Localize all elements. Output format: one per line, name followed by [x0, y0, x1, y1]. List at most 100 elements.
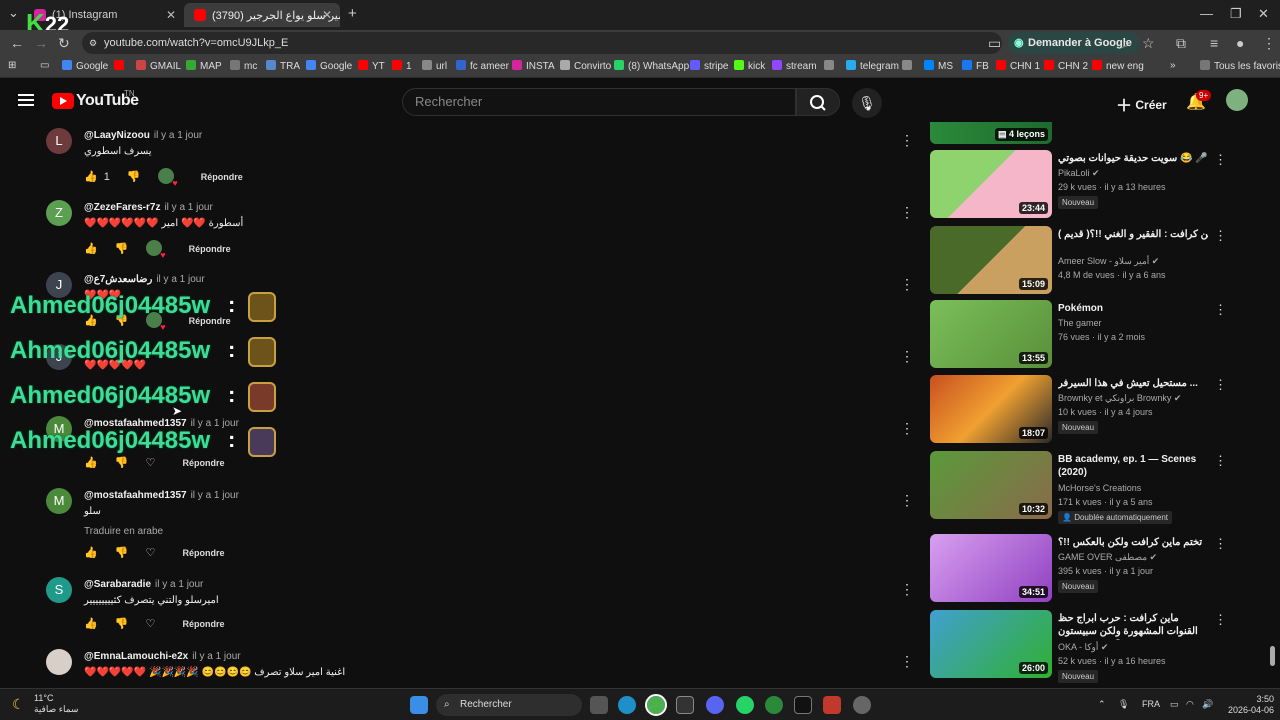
- bookmark-ext[interactable]: [824, 60, 838, 72]
- comment-author[interactable]: @LaayNizoou il y a 1 jour: [84, 130, 202, 141]
- bookmark-mc[interactable]: mc: [230, 60, 257, 72]
- video-thumbnail[interactable]: 15:09: [930, 226, 1052, 294]
- commenter-avatar[interactable]: L: [46, 128, 72, 154]
- video-more-icon[interactable]: ⋮: [1214, 152, 1227, 168]
- video-more-icon[interactable]: ⋮: [1214, 453, 1227, 469]
- microphone-icon[interactable]: 🎙: [1118, 699, 1129, 710]
- reply-button[interactable]: Répondre: [189, 244, 231, 254]
- video-title[interactable]: ماين كرافت : حرب ابراج حظ القنوات المشهو…: [1058, 612, 1208, 640]
- comment-author[interactable]: @ZezeFares-r7z il y a 1 jour: [84, 202, 213, 213]
- bookmark-gmail[interactable]: GMAIL: [136, 60, 181, 72]
- channel-name[interactable]: OKA - أوكا ✔: [1058, 642, 1108, 653]
- cast-icon[interactable]: ▭: [988, 35, 1001, 52]
- bookmark-chn2[interactable]: CHN 2: [1044, 60, 1088, 72]
- zoom-icon[interactable]: ⌕: [1122, 35, 1130, 52]
- create-button[interactable]: ＋ Créer: [1116, 92, 1167, 116]
- bookmark-fc-ameer[interactable]: fc ameer: [456, 60, 509, 72]
- bookmark-stream[interactable]: stream: [772, 60, 817, 72]
- search-button[interactable]: [796, 88, 840, 116]
- video-title[interactable]: تختم ماين كرافت ولكن بالعكس !!؟: [1058, 536, 1208, 549]
- comment-more-icon[interactable]: ⋮: [900, 348, 914, 365]
- bookmark-google-2[interactable]: Google: [306, 60, 352, 72]
- channel-name[interactable]: PikaLoli ✔: [1058, 168, 1100, 179]
- reply-button[interactable]: Répondre: [182, 619, 224, 629]
- reply-button[interactable]: Répondre: [201, 172, 243, 182]
- recommendation-item[interactable]: 34:51 تختم ماين كرافت ولكن بالعكس !!؟ GA…: [930, 534, 1230, 604]
- app-icon[interactable]: [794, 696, 812, 714]
- dislike-icon[interactable]: 👎: [115, 546, 129, 559]
- steam-icon[interactable]: [853, 696, 871, 714]
- whatsapp-icon[interactable]: [736, 696, 754, 714]
- extensions-icon[interactable]: ⧉: [1176, 35, 1186, 52]
- video-thumbnail[interactable]: 13:55: [930, 300, 1052, 368]
- like-icon[interactable]: 👍: [84, 617, 98, 630]
- channel-name[interactable]: The gamer: [1058, 318, 1102, 328]
- all-favorites[interactable]: Tous les favoris: [1200, 60, 1280, 72]
- recommendation-item[interactable]: 26:00 ماين كرافت : حرب ابراج حظ القنوات …: [930, 610, 1230, 683]
- channel-name[interactable]: Brownky et براونكي Brownky ✔: [1058, 393, 1181, 404]
- comment-more-icon[interactable]: ⋮: [900, 420, 914, 437]
- close-tab-icon[interactable]: ✕: [322, 8, 332, 22]
- hamburger-menu-icon[interactable]: [18, 94, 34, 106]
- commenter-avatar[interactable]: [46, 649, 72, 675]
- comment-more-icon[interactable]: ⋮: [900, 276, 914, 293]
- dislike-icon[interactable]: 👎: [127, 170, 141, 183]
- site-info-icon[interactable]: ⚙: [89, 32, 97, 54]
- minimize-icon[interactable]: —: [1200, 6, 1213, 21]
- bookmark-google[interactable]: Google: [62, 60, 108, 72]
- maximize-icon[interactable]: ❐: [1230, 6, 1242, 22]
- tray-overflow-icon[interactable]: ⌃: [1098, 699, 1106, 710]
- recommendation-item[interactable]: 13:55 Pokémon The gamer 76 vues · il y a…: [930, 300, 1230, 370]
- comment-more-icon[interactable]: ⋮: [900, 204, 914, 221]
- discord-icon[interactable]: [706, 696, 724, 714]
- recommendation-item[interactable]: 18:07 مستحيل تعيش في هذا السيرفر ... Bro…: [930, 375, 1230, 445]
- dislike-icon[interactable]: 👎: [115, 242, 129, 255]
- comment-author[interactable]: @رضاسعدش7ع il y a 1 jour: [84, 274, 205, 285]
- bookmark-ext-2[interactable]: [902, 60, 916, 72]
- volume-icon[interactable]: 🔊: [1202, 699, 1213, 710]
- like-icon[interactable]: 👍: [84, 242, 98, 255]
- recommendation-item[interactable]: 23:44 سويت حديقة حيوانات بصوتي 😂 🎤 PikaL…: [930, 150, 1230, 220]
- reload-icon[interactable]: ↻: [58, 35, 70, 52]
- video-thumbnail[interactable]: ▤ 4 leçons: [930, 122, 1052, 144]
- bookmark-map[interactable]: MAP: [186, 60, 222, 72]
- windows-start-icon[interactable]: [410, 696, 428, 714]
- bookmark-new-eng[interactable]: new eng: [1092, 60, 1144, 72]
- reply-button[interactable]: Répondre: [182, 458, 224, 468]
- wifi-icon[interactable]: ◠: [1186, 699, 1194, 710]
- video-thumbnail[interactable]: 23:44: [930, 150, 1052, 218]
- weather-widget[interactable]: 11°C سماء صافية: [34, 693, 78, 715]
- channel-name[interactable]: Ameer Slow - أمير سلاو ✔: [1058, 256, 1159, 267]
- edge-icon[interactable]: [618, 696, 636, 714]
- page-scrollbar[interactable]: [1270, 646, 1275, 666]
- capcut-icon[interactable]: [676, 696, 694, 714]
- monitor-icon[interactable]: ▭: [1170, 699, 1179, 710]
- video-title[interactable]: مستحيل تعيش في هذا السيرفر ...: [1058, 377, 1208, 390]
- chrome-icon[interactable]: [645, 694, 667, 716]
- video-thumbnail[interactable]: 10:32: [930, 451, 1052, 519]
- translate-link[interactable]: Traduire en arabe: [84, 526, 163, 537]
- video-thumbnail[interactable]: 18:07: [930, 375, 1052, 443]
- comment-author[interactable]: @Sarabaradie il y a 1 jour: [84, 579, 203, 590]
- bookmark-whatsapp[interactable]: (8) WhatsApp: [614, 60, 689, 72]
- video-thumbnail[interactable]: 34:51: [930, 534, 1052, 602]
- channel-name[interactable]: GAME OVER مصطفى ✔: [1058, 552, 1157, 563]
- bookmark-1[interactable]: 1: [392, 60, 412, 72]
- heart-outline-icon[interactable]: ♡: [146, 546, 156, 559]
- bookmark-url[interactable]: url: [422, 60, 447, 72]
- new-tab-button[interactable]: +: [348, 5, 357, 22]
- commenter-avatar[interactable]: S: [46, 577, 72, 603]
- tab-youtube[interactable]: (3790) أمير سلو يواع الجرجير 👏 ✕: [184, 3, 340, 27]
- video-more-icon[interactable]: ⋮: [1214, 377, 1227, 393]
- forward-icon[interactable]: →: [34, 35, 48, 51]
- back-icon[interactable]: ←: [10, 35, 24, 51]
- bookmark-fb[interactable]: FB: [962, 60, 989, 72]
- commenter-avatar[interactable]: M: [46, 488, 72, 514]
- comment-author[interactable]: @mostafaahmed1357 il y a 1 jour: [84, 490, 239, 501]
- bookmark-convirto[interactable]: Convirto: [560, 60, 611, 72]
- video-more-icon[interactable]: ⋮: [1214, 302, 1227, 318]
- language-indicator[interactable]: FRA: [1142, 699, 1160, 709]
- voice-search-button[interactable]: 🎙: [852, 88, 882, 118]
- tab-list-icon[interactable]: ⌄: [8, 5, 19, 21]
- dislike-icon[interactable]: 👎: [115, 456, 129, 469]
